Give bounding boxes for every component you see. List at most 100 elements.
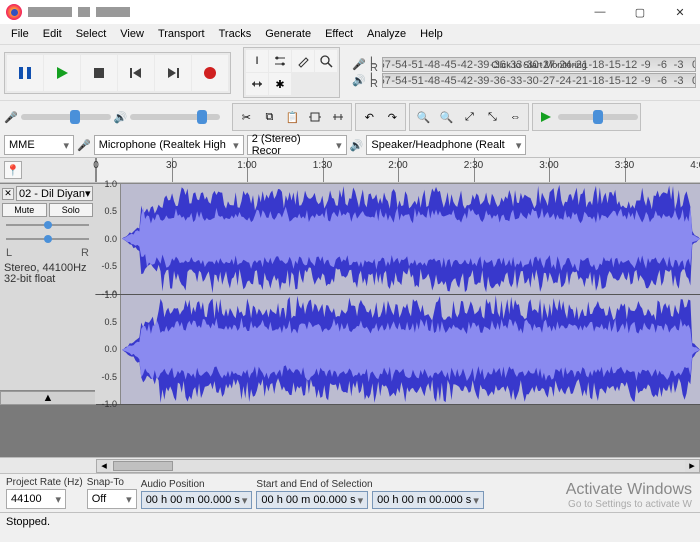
menu-generate[interactable]: Generate <box>258 26 318 42</box>
redo-button[interactable]: ↷ <box>381 106 403 128</box>
tools-toolbar: I ✱ <box>243 47 340 98</box>
pan-l-label: L <box>6 247 12 259</box>
edit-toolbar: ✂ ⧉ 📋 <box>232 103 352 131</box>
window-close[interactable]: ✕ <box>660 0 700 24</box>
device-toolbar: MME▾ 🎤 Microphone (Realtek High▾ 2 (Ster… <box>0 133 700 157</box>
selection-end-field[interactable]: 00 h 00 m 00.000 s▾ <box>372 491 484 509</box>
timeline-head: 📍 <box>0 158 96 182</box>
menu-edit[interactable]: Edit <box>36 26 69 42</box>
titlebar: — ▢ ✕ <box>0 0 700 24</box>
toolbar-row-1: I ✱ 🎤 LR Click to Start Monitoring -57-5… <box>0 44 700 100</box>
menu-analyze[interactable]: Analyze <box>360 26 413 42</box>
trim-button[interactable] <box>304 106 326 128</box>
playback-meter-bar[interactable]: -57-54-51-48-45-42-39-36-33-30-27-24-21-… <box>382 73 696 88</box>
pan-slider[interactable] <box>6 235 89 243</box>
play-at-speed-toolbar <box>532 103 641 131</box>
amplitude-scale-left: 1.00.50.0-0.5-1.0 <box>95 184 121 294</box>
recording-device-select[interactable]: Microphone (Realtek High▾ <box>94 135 244 155</box>
snap-to-select[interactable]: Off▾ <box>87 489 137 509</box>
play-volume-icon: 🔊 <box>114 111 128 124</box>
zoom-out-button[interactable]: 🔍 <box>435 106 457 128</box>
envelope-tool[interactable] <box>269 50 291 72</box>
tracks-area: ✕ 02 - Dil Diyan▾ Mute Solo L R Stereo, 4… <box>0 183 700 405</box>
scroll-left-button[interactable]: ◂ <box>97 460 111 472</box>
play-button[interactable] <box>44 55 80 91</box>
menu-effect[interactable]: Effect <box>318 26 360 42</box>
copy-button[interactable]: ⧉ <box>258 106 280 128</box>
playback-meter[interactable]: 🔊 LR -57-54-51-48-45-42-39-36-33-30-27-2… <box>352 73 696 88</box>
project-rate-select[interactable]: 44100▾ <box>6 489 66 509</box>
selection-label: Start and End of Selection <box>256 479 483 490</box>
track-close-button[interactable]: ✕ <box>2 188 14 200</box>
zoom-toggle-button[interactable]: ⇔ <box>504 106 526 128</box>
draw-tool[interactable] <box>292 50 314 72</box>
pan-r-label: R <box>81 247 89 259</box>
skip-start-button[interactable] <box>118 55 154 91</box>
menu-help[interactable]: Help <box>413 26 450 42</box>
fit-selection-button[interactable]: ⤢ <box>458 106 480 128</box>
cut-button[interactable]: ✂ <box>235 106 257 128</box>
status-bar: Stopped. <box>0 512 700 530</box>
stop-button[interactable] <box>81 55 117 91</box>
recording-device-label: Microphone (Realtek High <box>99 139 226 151</box>
recording-volume-slider[interactable] <box>21 114 111 120</box>
playback-volume-slider[interactable] <box>130 114 220 120</box>
playback-speed-slider[interactable] <box>558 114 638 120</box>
menu-transport[interactable]: Transport <box>151 26 212 42</box>
waveform-left-channel[interactable]: 1.00.50.0-0.5-1.0 <box>96 184 700 295</box>
pin-timeline-button[interactable]: 📍 <box>4 161 22 179</box>
activate-windows-watermark: Activate Windows Go to Settings to activ… <box>566 481 692 510</box>
title-redacted-3 <box>96 7 130 17</box>
waveform-right-channel[interactable]: 1.00.50.0-0.5-1.0 <box>96 295 700 406</box>
window-minimize[interactable]: — <box>580 0 620 24</box>
mute-button[interactable]: Mute <box>2 203 47 217</box>
recording-meter-bar[interactable]: Click to Start Monitoring -57-54-51-48-4… <box>382 57 696 72</box>
menu-view[interactable]: View <box>113 26 151 42</box>
scroll-thumb[interactable] <box>113 461 173 471</box>
zoom-tool[interactable] <box>315 50 337 72</box>
project-rate-label: Project Rate (Hz) <box>6 477 83 488</box>
solo-button[interactable]: Solo <box>49 203 94 217</box>
meters: 🎤 LR Click to Start Monitoring -57-54-51… <box>352 57 696 88</box>
meter-lr-labels: LR <box>370 58 378 72</box>
gain-slider[interactable] <box>6 221 89 229</box>
hscroll-row: ◂ ▸ <box>0 457 700 473</box>
window-maximize[interactable]: ▢ <box>620 0 660 24</box>
selection-start-field[interactable]: 00 h 00 m 00.000 s▾ <box>256 491 368 509</box>
app-icon <box>6 4 22 20</box>
record-button[interactable] <box>192 55 228 91</box>
menu-select[interactable]: Select <box>69 26 114 42</box>
zoom-in-button[interactable]: 🔍 <box>412 106 434 128</box>
recording-meter[interactable]: 🎤 LR Click to Start Monitoring -57-54-51… <box>352 57 696 72</box>
track-title: 02 - Dil Diyan <box>19 188 85 200</box>
empty-track-area[interactable] <box>0 405 700 457</box>
speaker-icon: 🔊 <box>352 74 366 87</box>
audio-position-label: Audio Position <box>141 479 253 490</box>
amplitude-scale-right: 1.00.50.0-0.5-1.0 <box>95 295 121 405</box>
undo-button[interactable]: ↶ <box>358 106 380 128</box>
menu-file[interactable]: File <box>4 26 36 42</box>
multi-tool[interactable]: ✱ <box>269 73 291 95</box>
project-rate-value: 44100 <box>11 493 42 505</box>
pause-button[interactable] <box>7 55 43 91</box>
recording-channels-select[interactable]: 2 (Stereo) Recor▾ <box>247 135 347 155</box>
timeline-canvas[interactable]: 0301:001:302:002:303:003:304:00 <box>96 158 700 182</box>
track-menu-button[interactable]: 02 - Dil Diyan▾ <box>16 186 93 201</box>
selection-tool[interactable]: I <box>246 50 268 72</box>
playback-device-select[interactable]: Speaker/Headphone (Realt▾ <box>366 135 526 155</box>
play-at-speed-button[interactable] <box>535 106 557 128</box>
skip-end-button[interactable] <box>155 55 191 91</box>
silence-button[interactable] <box>327 106 349 128</box>
timeshift-tool[interactable] <box>246 73 268 95</box>
paste-button[interactable]: 📋 <box>281 106 303 128</box>
menu-tracks[interactable]: Tracks <box>212 26 259 42</box>
snap-label: Snap-To <box>87 477 137 488</box>
scroll-right-button[interactable]: ▸ <box>685 460 699 472</box>
audio-host-select[interactable]: MME▾ <box>4 135 74 155</box>
horizontal-scrollbar[interactable]: ◂ ▸ <box>96 459 700 473</box>
transport-toolbar <box>4 52 231 94</box>
track-collapse-button[interactable]: ▲ <box>0 391 96 405</box>
track-info: Stereo, 44100Hz 32-bit float <box>2 261 93 287</box>
audio-position-field[interactable]: 00 h 00 m 00.000 s▾ <box>141 491 253 509</box>
fit-project-button[interactable]: ⤡ <box>481 106 503 128</box>
